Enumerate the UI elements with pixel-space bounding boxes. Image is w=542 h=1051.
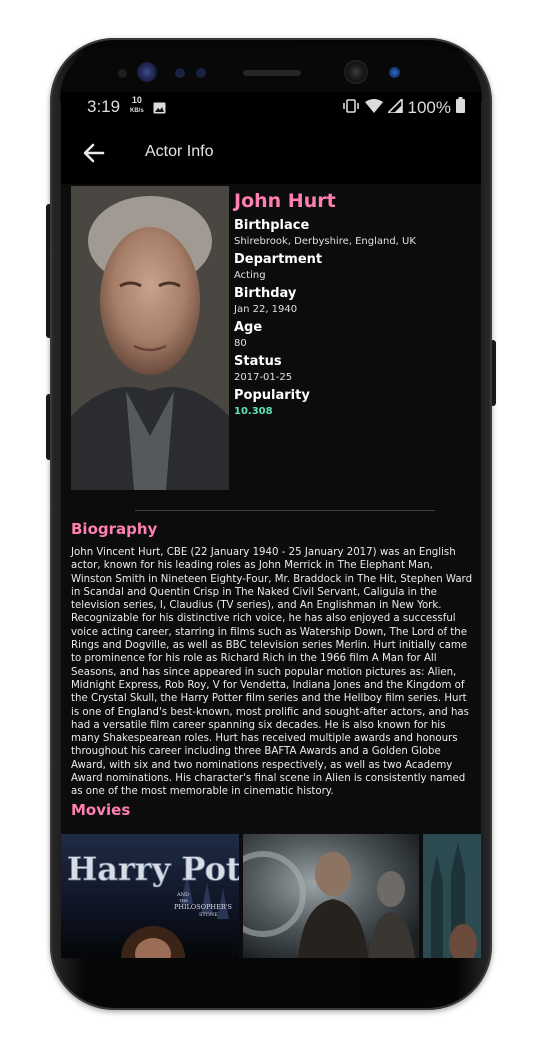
poster-subtitle-4: STONE: [199, 912, 218, 918]
birthplace-label: Birthplace: [234, 218, 310, 233]
popularity-value: 10.308: [234, 406, 273, 417]
movie-poster[interactable]: [243, 834, 419, 958]
proximity-sensor: [175, 68, 185, 78]
status-time: 3:19: [87, 97, 121, 116]
network-speed-unit: KB/s: [130, 108, 144, 114]
app-bar: Actor Info: [61, 122, 481, 184]
age-label: Age: [234, 320, 263, 335]
network-speed-indicator: 10 KB/s: [130, 96, 144, 116]
poster-title: Harry Potter: [67, 850, 239, 888]
iris-sensor: [118, 69, 127, 78]
age-value: 80: [234, 338, 247, 349]
wifi-icon: [364, 98, 383, 118]
network-speed-value: 10: [131, 95, 142, 105]
popularity-label: Popularity: [234, 388, 310, 403]
status-value: 2017-01-25: [234, 372, 293, 383]
actor-name: John Hurt: [234, 190, 336, 212]
movie-poster[interactable]: [423, 834, 481, 958]
actor-photo: [71, 186, 229, 490]
status-bar: 3:19 10 KB/s 100%: [61, 92, 481, 122]
divider: [135, 510, 435, 511]
earpiece-speaker: [243, 70, 301, 76]
birthplace-value: Shirebrook, Derbyshire, England, UK: [234, 236, 416, 247]
arrow-back-icon[interactable]: [81, 140, 107, 166]
iris-camera: [137, 62, 157, 82]
battery-icon: [456, 97, 465, 118]
movies-carousel[interactable]: Harry Potter AND THE PHILOSOPHER'S STONE: [61, 834, 481, 958]
image-notification-icon: [153, 99, 166, 119]
movies-title: Movies: [71, 801, 131, 819]
signal-icon: [385, 96, 403, 118]
front-camera: [346, 62, 366, 82]
actor-details: John Hurt Birthplace Shirebrook, Derbysh…: [61, 184, 481, 958]
biography-title: Biography: [71, 520, 158, 538]
vibrate-icon: [342, 98, 360, 118]
battery-percent: 100%: [407, 97, 451, 117]
camera-sensor: [389, 67, 400, 78]
department-value: Acting: [234, 270, 266, 281]
movie-poster[interactable]: Harry Potter AND THE PHILOSOPHER'S STONE: [61, 834, 239, 958]
poster-subtitle-3: PHILOSOPHER'S: [174, 903, 232, 911]
department-label: Department: [234, 252, 323, 267]
screen: 3:19 10 KB/s 100% Actor Info John Hurt B…: [61, 92, 481, 958]
birthday-label: Birthday: [234, 286, 297, 301]
biography-text: John Vincent Hurt, CBE (22 January 1940 …: [71, 547, 473, 798]
birthday-value: Jan 22, 1940: [234, 304, 298, 315]
page-title: Actor Info: [145, 143, 214, 160]
light-sensor: [196, 68, 206, 78]
status-label: Status: [234, 354, 282, 369]
actor-info-panel: John Hurt Birthplace Shirebrook, Derbysh…: [234, 190, 474, 419]
